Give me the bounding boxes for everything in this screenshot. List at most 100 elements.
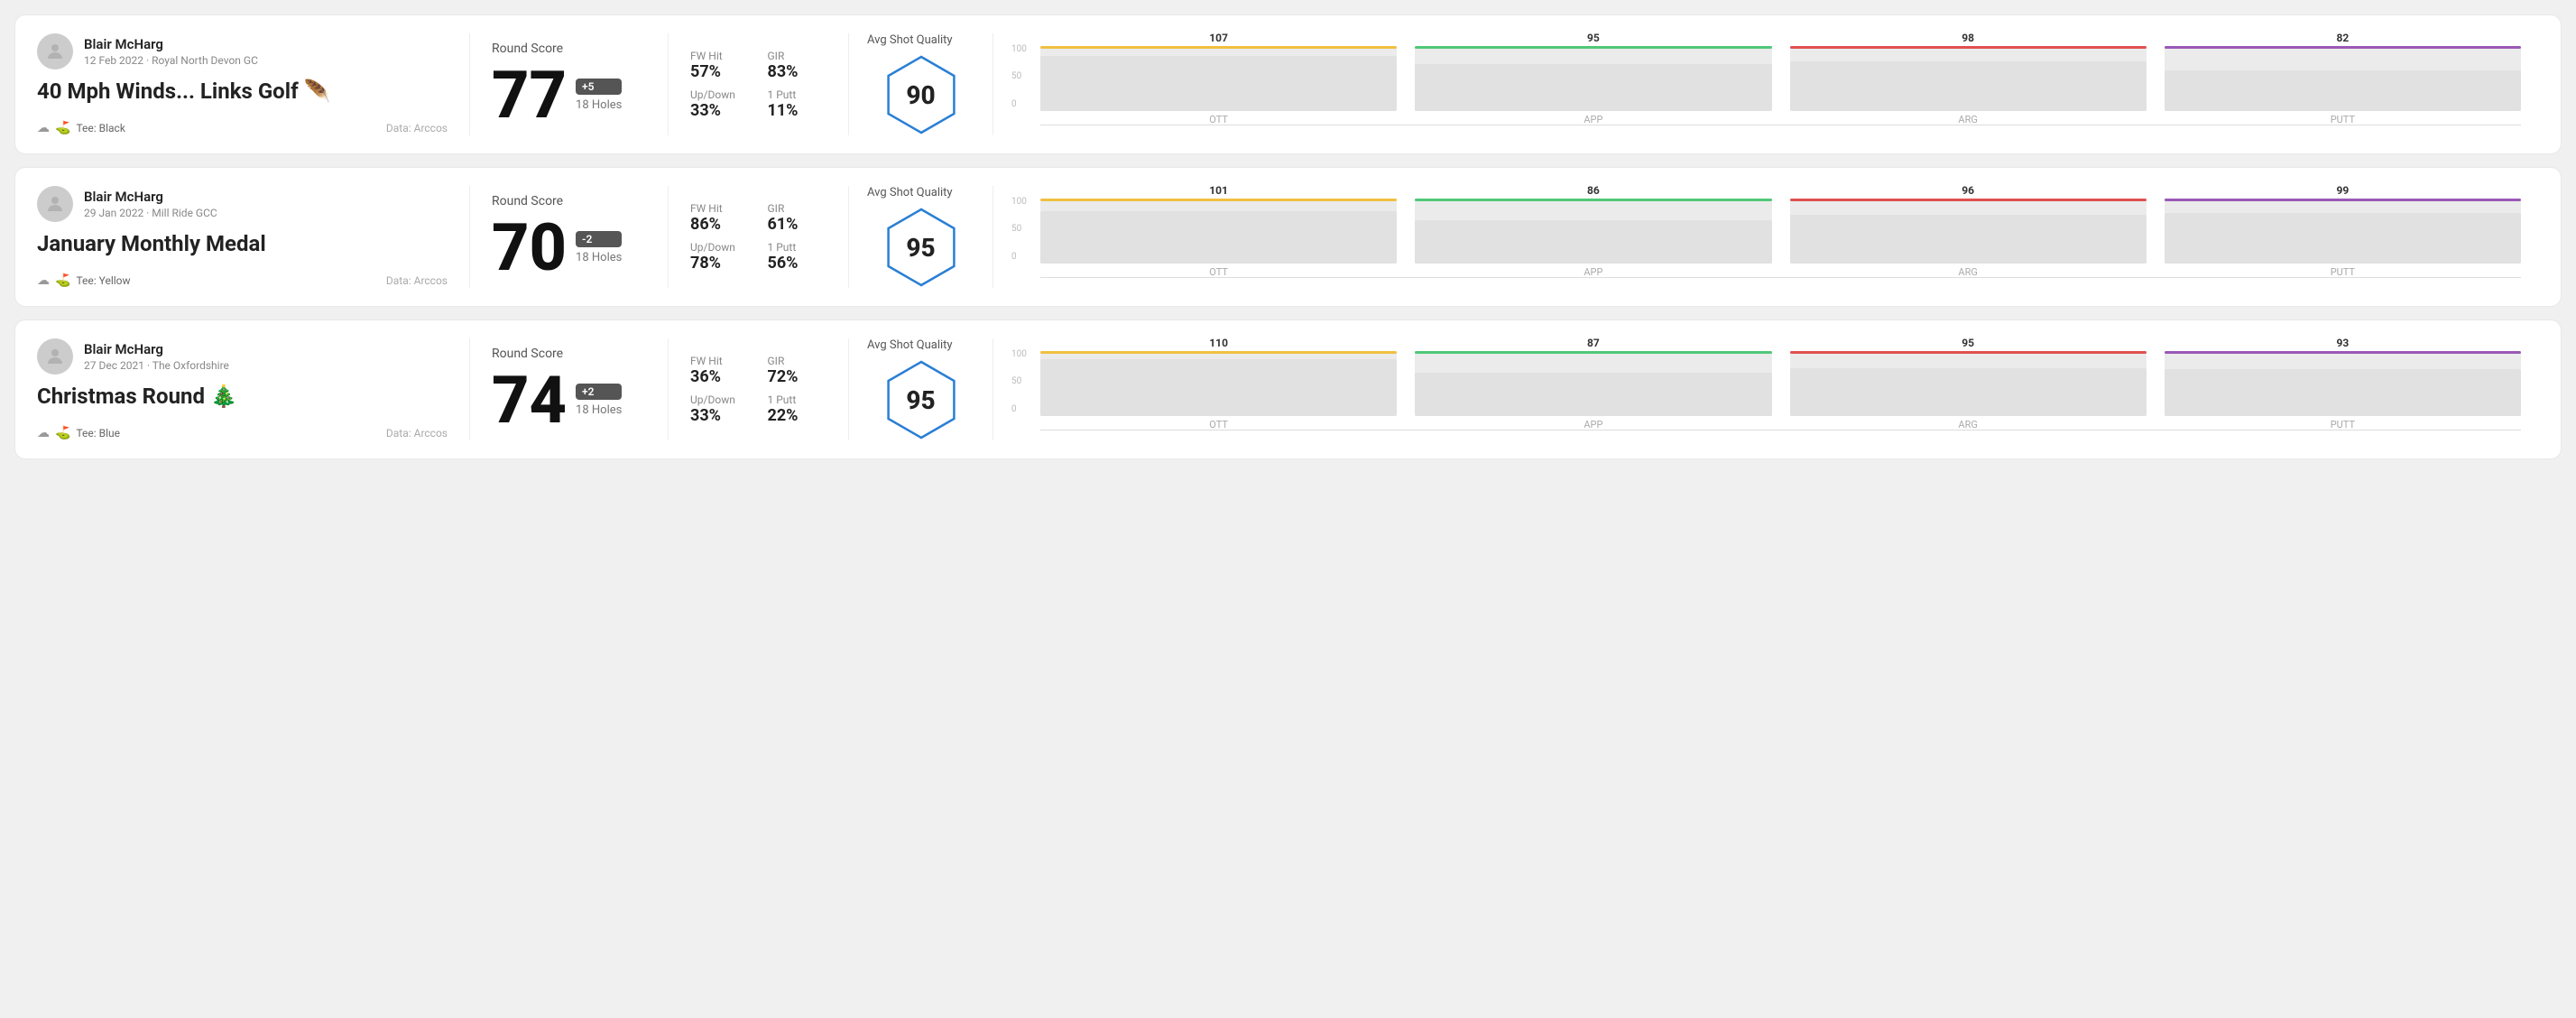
user-meta-3: 27 Dec 2021 · The Oxfordshire	[84, 359, 229, 372]
up-down-stat-2: Up/Down 78%	[690, 241, 750, 273]
bar-group-ott: 107 OTT	[1040, 32, 1397, 125]
card-left-1: Blair McHarg 12 Feb 2022 · Royal North D…	[37, 33, 470, 135]
gir-stat-2: GIR 61%	[768, 202, 827, 234]
quality-label-2: Avg Shot Quality	[867, 186, 953, 199]
card-stats-2: FW Hit 86% GIR 61% Up/Down 78% 1 Putt 56…	[669, 186, 849, 288]
hex-score-3: 95	[906, 385, 935, 415]
bar-value-app: 86	[1587, 184, 1600, 197]
bar-value-ott: 107	[1209, 32, 1228, 44]
gir-stat-1: GIR 83%	[768, 50, 827, 81]
user-row-2: Blair McHarg 29 Jan 2022 · Mill Ride GCC	[37, 186, 448, 222]
user-name-1: Blair McHarg	[84, 36, 258, 52]
card-score-2: Round Score 70 -2 18 Holes	[470, 186, 669, 288]
card-score-1: Round Score 77 +5 18 Holes	[470, 33, 669, 135]
avatar-1	[37, 33, 73, 69]
bar-group-putt: 99 PUTT	[2165, 184, 2521, 278]
quality-label-1: Avg Shot Quality	[867, 33, 953, 47]
card-chart-3: 100 50 0 110 OTT 87	[993, 338, 2539, 440]
score-row-2: 70 -2 18 Holes	[492, 216, 646, 281]
score-meta-2: -2 18 Holes	[576, 231, 622, 264]
hex-score-2: 95	[906, 233, 935, 263]
score-row-1: 77 +5 18 Holes	[492, 63, 646, 128]
score-holes-3: 18 Holes	[576, 403, 622, 417]
hex-score-1: 90	[906, 80, 935, 110]
card-bottom-2: ☁ ⛳ Tee: Yellow Data: Arccos	[37, 273, 448, 288]
round-card-3: Blair McHarg 27 Dec 2021 · The Oxfordshi…	[14, 319, 2562, 459]
user-meta-2: 29 Jan 2022 · Mill Ride GCC	[84, 207, 217, 219]
bar-group-ott: 110 OTT	[1040, 337, 1397, 430]
tee-info-2: ☁ ⛳ Tee: Yellow	[37, 273, 131, 288]
one-putt-stat-3: 1 Putt 22%	[768, 393, 827, 425]
user-row-1: Blair McHarg 12 Feb 2022 · Royal North D…	[37, 33, 448, 69]
card-left-2: Blair McHarg 29 Jan 2022 · Mill Ride GCC…	[37, 186, 470, 288]
bar-value-putt: 99	[2336, 184, 2349, 197]
user-name-3: Blair McHarg	[84, 341, 229, 357]
bar-value-putt: 93	[2336, 337, 2349, 349]
card-bottom-3: ☁ ⛳ Tee: Blue Data: Arccos	[37, 426, 448, 440]
gir-stat-3: GIR 72%	[768, 355, 827, 386]
hexagon-3: 95	[881, 359, 962, 440]
one-putt-stat-2: 1 Putt 56%	[768, 241, 827, 273]
one-putt-stat-1: 1 Putt 11%	[768, 88, 827, 120]
round-title-3: Christmas Round 🎄	[37, 384, 448, 409]
card-quality-1: Avg Shot Quality 90	[849, 33, 993, 135]
up-down-stat-1: Up/Down 33%	[690, 88, 750, 120]
tee-marker-icon-2: ⛳	[55, 273, 70, 288]
bar-group-arg: 95 ARG	[1790, 337, 2147, 430]
round-card-2: Blair McHarg 29 Jan 2022 · Mill Ride GCC…	[14, 167, 2562, 307]
round-title-2: January Monthly Medal	[37, 231, 448, 256]
quality-label-3: Avg Shot Quality	[867, 338, 953, 352]
stats-grid-1: FW Hit 57% GIR 83% Up/Down 33% 1 Putt 11…	[690, 50, 826, 120]
bar-group-app: 87 APP	[1415, 337, 1771, 430]
score-holes-1: 18 Holes	[576, 98, 622, 112]
user-info-3: Blair McHarg 27 Dec 2021 · The Oxfordshi…	[84, 341, 229, 372]
user-meta-1: 12 Feb 2022 · Royal North Devon GC	[84, 54, 258, 67]
score-meta-3: +2 18 Holes	[576, 384, 622, 417]
card-score-3: Round Score 74 +2 18 Holes	[470, 338, 669, 440]
score-number-3: 74	[492, 368, 567, 433]
hexagon-1: 90	[881, 54, 962, 135]
bar-group-arg: 96 ARG	[1790, 184, 2147, 278]
fw-hit-stat-3: FW Hit 36%	[690, 355, 750, 386]
bar-value-arg: 98	[1962, 32, 1974, 44]
card-chart-1: 100 50 0 107 OTT 95	[993, 33, 2539, 135]
score-badge-3: +2	[576, 384, 622, 400]
bar-value-ott: 110	[1209, 337, 1228, 349]
round-card-1: Blair McHarg 12 Feb 2022 · Royal North D…	[14, 14, 2562, 154]
bar-value-putt: 82	[2336, 32, 2349, 44]
bar-value-ott: 101	[1209, 184, 1228, 197]
card-quality-2: Avg Shot Quality 95	[849, 186, 993, 288]
bar-group-putt: 93 PUTT	[2165, 337, 2521, 430]
weather-icon-2: ☁	[37, 273, 50, 288]
tee-label-3: Tee: Blue	[76, 427, 120, 440]
tee-label-1: Tee: Black	[76, 122, 125, 134]
weather-icon-3: ☁	[37, 426, 50, 440]
bar-group-app: 86 APP	[1415, 184, 1771, 278]
bar-value-arg: 96	[1962, 184, 1974, 197]
fw-hit-stat-2: FW Hit 86%	[690, 202, 750, 234]
hexagon-2: 95	[881, 207, 962, 288]
score-meta-1: +5 18 Holes	[576, 79, 622, 112]
tee-info-3: ☁ ⛳ Tee: Blue	[37, 426, 120, 440]
tee-marker-icon-3: ⛳	[55, 426, 70, 440]
round-title-1: 40 Mph Winds... Links Golf 🪶	[37, 79, 448, 104]
card-quality-3: Avg Shot Quality 95	[849, 338, 993, 440]
tee-label-2: Tee: Yellow	[76, 274, 130, 287]
score-badge-2: -2	[576, 231, 622, 247]
avatar-2	[37, 186, 73, 222]
card-chart-2: 100 50 0 101 OTT 86	[993, 186, 2539, 288]
stats-grid-2: FW Hit 86% GIR 61% Up/Down 78% 1 Putt 56…	[690, 202, 826, 273]
user-name-2: Blair McHarg	[84, 189, 217, 205]
card-stats-1: FW Hit 57% GIR 83% Up/Down 33% 1 Putt 11…	[669, 33, 849, 135]
score-row-3: 74 +2 18 Holes	[492, 368, 646, 433]
bar-group-arg: 98 ARG	[1790, 32, 2147, 125]
bar-group-putt: 82 PUTT	[2165, 32, 2521, 125]
fw-hit-stat-1: FW Hit 57%	[690, 50, 750, 81]
user-info-2: Blair McHarg 29 Jan 2022 · Mill Ride GCC	[84, 189, 217, 219]
bar-value-arg: 95	[1962, 337, 1974, 349]
avatar-3	[37, 338, 73, 375]
score-number-2: 70	[492, 216, 567, 281]
score-label-1: Round Score	[492, 42, 646, 56]
bar-value-app: 87	[1587, 337, 1600, 349]
card-bottom-1: ☁ ⛳ Tee: Black Data: Arccos	[37, 121, 448, 135]
